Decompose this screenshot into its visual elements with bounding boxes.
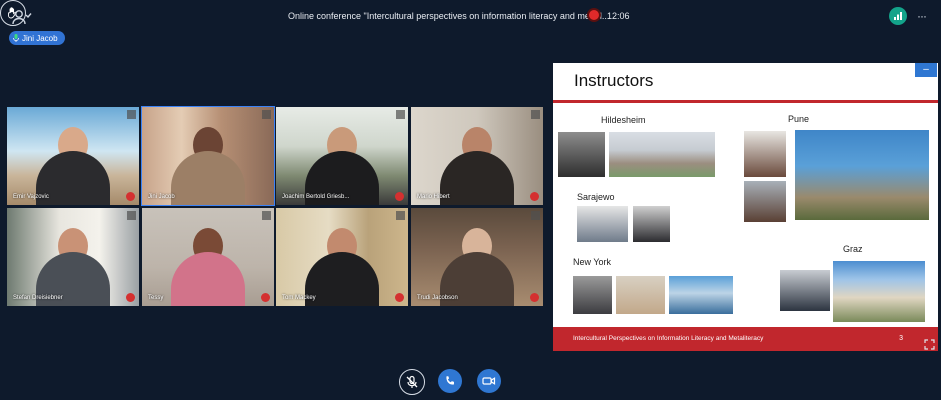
expand-icon[interactable] <box>531 110 540 119</box>
instructor-photo <box>744 181 786 222</box>
slide-footer-text: Intercultural Perspectives on Informatio… <box>573 335 764 342</box>
signal-icon[interactable] <box>889 7 907 25</box>
expand-icon[interactable] <box>262 211 271 220</box>
slide-title: Instructors <box>574 71 654 90</box>
instructor-photo <box>573 276 612 314</box>
campus-photo <box>609 132 715 177</box>
expand-icon[interactable] <box>127 211 136 220</box>
signal-bars-icon <box>894 12 902 20</box>
participant-name: Mario Hibert <box>417 194 450 200</box>
expand-icon[interactable] <box>531 211 540 220</box>
expand-icon[interactable] <box>396 211 405 220</box>
instructor-photo <box>558 132 605 177</box>
expand-icon[interactable] <box>396 110 405 119</box>
mute-button[interactable] <box>399 369 425 395</box>
microphone-icon <box>13 34 19 42</box>
muted-microphone-icon <box>126 192 135 201</box>
city-label-pune: Pune <box>788 114 810 124</box>
city-label-graz: Graz <box>843 244 863 254</box>
campus-photo <box>795 130 929 220</box>
instructor-photo <box>633 206 670 242</box>
phone-icon <box>446 376 454 385</box>
instructor-photo <box>616 276 665 314</box>
call-button[interactable] <box>438 369 462 393</box>
instructor-photo <box>744 131 786 177</box>
people-icon[interactable] <box>12 9 32 25</box>
video-tile[interactable]: Trudi Jacobson <box>411 208 543 306</box>
instructor-photo <box>780 270 830 311</box>
video-tile[interactable]: Stefan Dreisiebner <box>7 208 139 306</box>
muted-microphone-icon <box>395 192 404 201</box>
participant-name: Emir Vajzovic <box>13 194 49 200</box>
meeting-title: Online conference "Intercultural perspec… <box>288 11 610 21</box>
participant-name: Jini Jacob <box>148 194 175 200</box>
minimize-slide-button[interactable]: – <box>915 63 937 77</box>
campus-photo <box>669 276 733 314</box>
participant-name: Tom Mackey <box>282 295 316 301</box>
video-tile[interactable]: Tessy <box>142 208 274 306</box>
muted-microphone-icon <box>530 192 539 201</box>
participant-name: Trudi Jacobson <box>417 295 458 301</box>
video-tile[interactable]: Tom Mackey <box>276 208 408 306</box>
muted-microphone-icon <box>530 293 539 302</box>
expand-icon[interactable] <box>924 339 935 350</box>
slide-page-number: 3 <box>899 335 903 342</box>
video-tile[interactable]: Jini Jacob <box>141 106 275 206</box>
muted-microphone-icon <box>395 293 404 302</box>
slide-divider <box>553 100 938 103</box>
participant-name: Stefan Dreisiebner <box>13 295 63 301</box>
muted-microphone-icon <box>261 293 270 302</box>
video-camera-icon <box>482 377 496 385</box>
more-icon[interactable]: ··· <box>917 9 927 23</box>
muted-microphone-icon <box>406 375 418 388</box>
campus-photo <box>833 261 925 322</box>
slide-footer: Intercultural Perspectives on Informatio… <box>553 327 938 351</box>
city-label-new-york: New York <box>573 257 612 267</box>
expand-icon[interactable] <box>262 110 271 119</box>
expand-icon[interactable] <box>127 110 136 119</box>
video-tile[interactable]: Joachim Bertold Griesb... <box>276 107 408 205</box>
shared-slide: Instructors – Hildesheim Pune Sarajewo N… <box>553 63 938 351</box>
video-tile[interactable]: Mario Hibert <box>411 107 543 205</box>
record-icon <box>589 10 599 20</box>
call-timer: 12:06 <box>607 11 630 21</box>
muted-microphone-icon <box>126 293 135 302</box>
video-tile[interactable]: Emir Vajzovic <box>7 107 139 205</box>
active-speaker-badge: Jini Jacob <box>9 31 65 45</box>
participant-name: Tessy <box>148 295 164 301</box>
city-label-hildesheim: Hildesheim <box>601 115 646 125</box>
participant-name: Joachim Bertold Griesb... <box>282 194 350 200</box>
video-button[interactable] <box>477 369 501 393</box>
instructor-photo <box>577 206 628 242</box>
city-label-sarajewo: Sarajewo <box>577 192 615 202</box>
active-speaker-name: Jini Jacob <box>22 33 58 43</box>
